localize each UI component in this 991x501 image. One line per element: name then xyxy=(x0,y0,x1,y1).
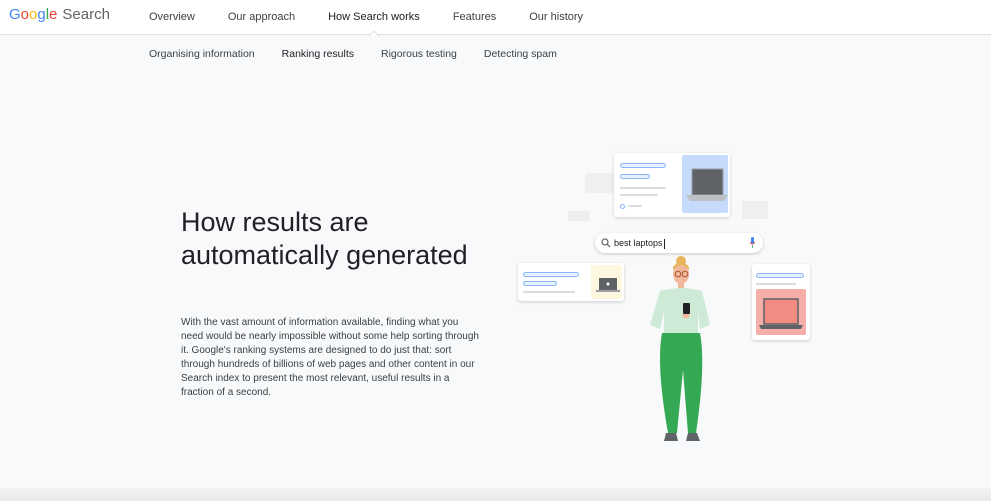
result-card-left xyxy=(518,263,624,301)
search-query-text: best laptops xyxy=(614,236,665,250)
nav-our-approach[interactable]: Our approach xyxy=(228,0,295,35)
result-line xyxy=(523,291,575,293)
laptop-icon xyxy=(759,298,803,329)
logo-letter: g xyxy=(37,6,46,23)
sub-navigation: Organising information Ranking results R… xyxy=(149,36,584,72)
result-line xyxy=(620,187,666,189)
nav-features[interactable]: Features xyxy=(453,0,496,35)
result-line xyxy=(523,281,557,286)
ghost-card xyxy=(742,201,768,219)
nav-overview[interactable]: Overview xyxy=(149,0,195,35)
nav-our-history[interactable]: Our history xyxy=(529,0,583,35)
laptop-icon xyxy=(686,168,728,201)
result-card-right xyxy=(752,264,810,340)
person-with-phone-illustration xyxy=(650,256,710,441)
result-line xyxy=(756,273,804,278)
ghost-card xyxy=(585,173,613,193)
laptop-thumbnail xyxy=(591,265,622,299)
logo-letter: o xyxy=(20,6,30,23)
google-search-logo[interactable]: Google Search xyxy=(9,6,110,23)
radio-dot-icon xyxy=(620,204,625,209)
subnav-organising-information[interactable]: Organising information xyxy=(149,36,255,72)
subnav-ranking-results[interactable]: Ranking results xyxy=(282,36,354,72)
laptop-thumbnail xyxy=(756,289,806,335)
page-bottom-edge xyxy=(0,488,991,501)
google-wordmark: Google xyxy=(9,6,57,23)
result-line xyxy=(620,194,658,196)
mic-icon xyxy=(749,237,756,248)
product-name: Search xyxy=(62,6,110,23)
top-navigation-bar: Google Search Overview Our approach How … xyxy=(0,0,991,36)
search-illustration: best laptops xyxy=(510,145,820,455)
main-nav: Overview Our approach How Search works F… xyxy=(149,0,616,36)
page-title: How results are automatically generated xyxy=(181,207,468,270)
result-line xyxy=(756,283,796,285)
result-line xyxy=(620,163,666,168)
laptop-icon xyxy=(596,278,620,292)
result-line xyxy=(523,272,579,277)
result-line xyxy=(628,205,642,207)
search-bar[interactable]: best laptops xyxy=(595,233,763,253)
search-icon xyxy=(601,238,611,248)
intro-paragraph: With the vast amount of information avai… xyxy=(181,317,479,398)
nav-how-search-works[interactable]: How Search works xyxy=(328,0,420,36)
text-cursor xyxy=(663,238,665,249)
result-card-top xyxy=(614,153,730,217)
logo-letter: G xyxy=(9,6,21,23)
ghost-card xyxy=(568,211,590,221)
result-line xyxy=(620,174,650,179)
logo-letter: e xyxy=(49,6,58,23)
search-query: best laptops xyxy=(614,238,663,248)
nav-how-search-works-label: How Search works xyxy=(328,11,420,23)
subnav-detecting-spam[interactable]: Detecting spam xyxy=(484,36,557,72)
laptop-thumbnail xyxy=(682,155,728,213)
subnav-rigorous-testing[interactable]: Rigorous testing xyxy=(381,36,457,72)
